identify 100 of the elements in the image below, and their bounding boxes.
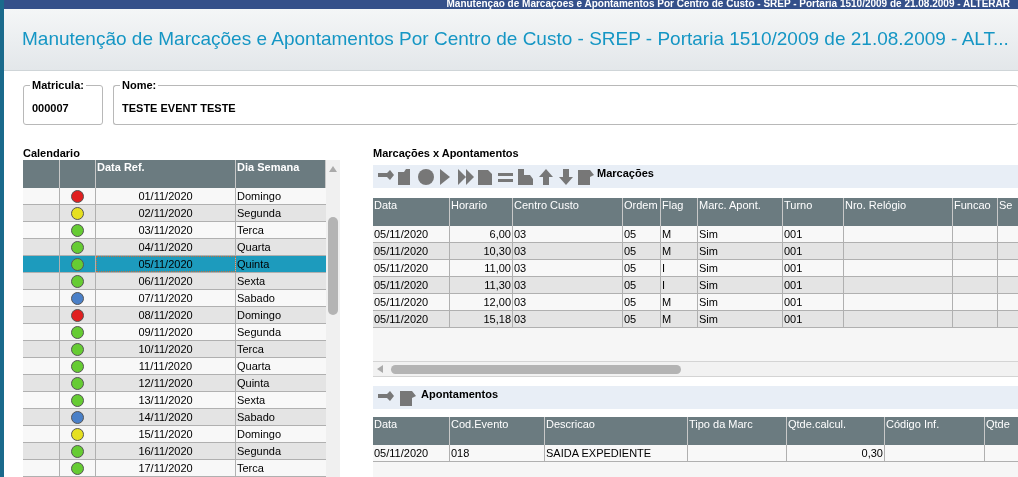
- table-cell: I: [662, 279, 666, 291]
- table-cell: 05/11/2020: [374, 245, 429, 257]
- table-cell: Quinta: [237, 258, 270, 270]
- table-cell: 05/11/2020: [374, 296, 429, 308]
- calendar-row[interactable]: 05/11/2020 Quinta: [23, 256, 326, 273]
- calendar-row[interactable]: 01/11/2020 Domingo: [23, 188, 326, 205]
- table-cell: 05/11/2020: [138, 258, 193, 270]
- table-cell: 03: [514, 296, 527, 308]
- table-cell: 05/11/2020: [374, 313, 429, 325]
- table-cell: M: [662, 228, 672, 240]
- table-cell: 03/11/2020: [138, 224, 193, 236]
- table-cell: 05/11/2020: [374, 279, 429, 291]
- calendar-row[interactable]: 11/11/2020 Quarta: [23, 358, 326, 375]
- table-cell: 0,30: [861, 447, 883, 459]
- table-cell: Sexta: [237, 394, 266, 406]
- table-cell: 018: [451, 447, 470, 459]
- calendar-row[interactable]: 06/11/2020 Sexta: [23, 273, 326, 290]
- table-cell: SAIDA EXPEDIENTE: [546, 447, 652, 459]
- table-cell: 15,18: [483, 313, 511, 325]
- field-value: TESTE EVENT TESTE: [122, 101, 236, 116]
- table-cell: M: [662, 245, 672, 257]
- field-label: Nome:: [120, 79, 159, 91]
- table-cell: 05/11/2020: [374, 228, 429, 240]
- table-cell: 05/11/2020: [374, 447, 429, 459]
- table-cell: 001: [784, 245, 803, 257]
- table-cell: Domingo: [237, 190, 282, 202]
- table-cell: Sim: [699, 262, 718, 274]
- table-cell: 06/11/2020: [138, 275, 193, 287]
- table-cell: 001: [784, 262, 803, 274]
- arrow-left-icon[interactable]: [377, 365, 383, 373]
- flag-icon[interactable]: [577, 168, 595, 186]
- shape-icon[interactable]: [517, 168, 535, 186]
- horizontal-scrollbar[interactable]: [373, 361, 1018, 377]
- table-cell: Quinta: [237, 377, 270, 389]
- document-icon[interactable]: [477, 168, 495, 186]
- table-cell: M: [662, 313, 672, 325]
- table-cell: 03: [514, 313, 527, 325]
- table-cell: 13/11/2020: [138, 394, 193, 406]
- table-cell: I: [662, 262, 666, 274]
- table-cell: 04/11/2020: [138, 241, 193, 253]
- table-cell: 01/11/2020: [138, 190, 193, 202]
- table-cell: 03: [514, 245, 527, 257]
- table-cell: Sim: [699, 296, 718, 308]
- fast-forward-icon[interactable]: [457, 168, 475, 186]
- table-cell: 16/11/2020: [138, 445, 193, 457]
- table-cell: 03: [514, 279, 527, 291]
- field-value: 000007: [32, 101, 69, 116]
- toolbar-title: Apontamentos: [421, 389, 498, 400]
- scrollbar-thumb[interactable]: [391, 364, 681, 374]
- table-cell: 001: [784, 296, 803, 308]
- table-cell: 001: [784, 279, 803, 291]
- arrow-up-icon[interactable]: [537, 168, 555, 186]
- table-cell: Sim: [699, 279, 718, 291]
- table-cell: 12/11/2020: [138, 377, 193, 389]
- calendar-row[interactable]: 13/11/2020 Sexta: [23, 392, 326, 409]
- calendar-row[interactable]: 09/11/2020 Segunda: [23, 324, 326, 341]
- table-cell: 11/11/2020: [138, 360, 193, 372]
- table-cell: 05: [624, 262, 637, 274]
- table-cell: 10,30: [483, 245, 511, 257]
- table-cell: 11,30: [484, 279, 511, 291]
- calendar-row[interactable]: 07/11/2020 Sabado: [23, 290, 326, 307]
- table-cell: 08/11/2020: [138, 309, 193, 321]
- table-cell: 05: [624, 279, 637, 291]
- window-title: Manutenção de Marcações e Apontamentos Por Centro de Custo - SREP - Portaria 1510/2009 de 21.08.2009 - ALTERAR: [446, 0, 1010, 9]
- table-cell: Sim: [699, 313, 718, 325]
- vertical-scrollbar[interactable]: [326, 160, 340, 477]
- toolbar-title: Marcações: [597, 168, 654, 179]
- field-label: Matricula:: [30, 79, 86, 91]
- circle-icon[interactable]: [417, 168, 435, 186]
- table-cell: Domingo: [237, 309, 282, 321]
- calendar-row[interactable]: 12/11/2020 Quinta: [23, 375, 326, 392]
- calendar-row[interactable]: 16/11/2020 Segunda: [23, 443, 326, 460]
- table-cell: Terca: [237, 343, 264, 355]
- table-cell: Sim: [699, 245, 718, 257]
- calendar-row[interactable]: 04/11/2020 Quarta: [23, 239, 326, 256]
- page-title: Manutenção de Marcações e Apontamentos Por Centro de Custo - SREP - Portaria 1510/2009 de 21.08.2009 - ALT...: [22, 27, 1009, 52]
- table-cell: Segunda: [237, 445, 282, 457]
- calendar-row[interactable]: 08/11/2020 Domingo: [23, 307, 326, 324]
- calendar-row[interactable]: 03/11/2020 Terca: [23, 222, 326, 239]
- scrollbar-thumb[interactable]: [328, 217, 338, 315]
- table-cell: 15/11/2020: [138, 428, 193, 440]
- section-title: Calendario: [23, 146, 81, 160]
- calendar-row[interactable]: 15/11/2020 Domingo: [23, 426, 326, 443]
- table-cell: Segunda: [237, 326, 282, 338]
- calendar-row[interactable]: 14/11/2020 Sabado: [23, 409, 326, 426]
- table-cell: M: [662, 296, 672, 308]
- calendar-row[interactable]: 02/11/2020 Segunda: [23, 205, 326, 222]
- table-cell: Segunda: [237, 207, 282, 219]
- calendar-row[interactable]: 10/11/2020 Terca: [23, 341, 326, 358]
- table-cell: Terca: [237, 462, 264, 474]
- flag-icon[interactable]: [399, 389, 417, 407]
- table-cell: Sabado: [237, 292, 275, 304]
- table-cell: 09/11/2020: [138, 326, 193, 338]
- arrow-down-icon[interactable]: [557, 168, 575, 186]
- table-cell: 02/11/2020: [138, 207, 193, 219]
- arrow-up-icon[interactable]: [329, 166, 337, 172]
- table-cell: 05: [624, 245, 637, 257]
- section-title: Marcações x Apontamentos: [373, 146, 520, 161]
- calendar-row[interactable]: 17/11/2020 Terca: [23, 460, 326, 477]
- table-cell: 03: [514, 228, 527, 240]
